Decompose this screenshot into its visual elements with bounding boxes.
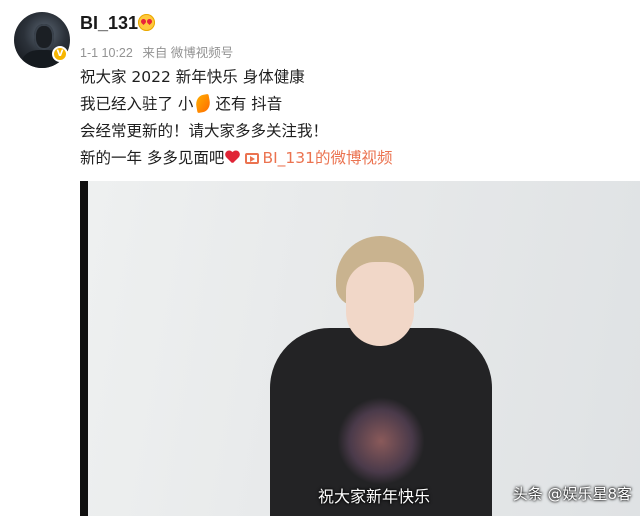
post-meta: 1-1 10:22 来自 微博视频号 — [80, 42, 239, 61]
post-line-2: 我已经入驻了 小 还有 抖音 — [80, 91, 620, 118]
post-line-4: 新的一年 多多见面吧 BI_131的微博视频 — [80, 145, 620, 172]
avatar-face-shape — [34, 24, 54, 50]
video-icon — [245, 153, 260, 164]
post-line-3: 会经常更新的！请大家多多关注我！ — [80, 122, 329, 140]
heart-icon — [226, 151, 239, 164]
post-line-1: 祝大家 2022 新年快乐 身体健康 — [80, 68, 305, 86]
video-watermark: 头条 @娱乐星8客 — [512, 485, 632, 503]
post-line-2-text-a: 我已经入驻了 小 — [80, 95, 194, 113]
hoodie-graphic — [338, 396, 424, 486]
post-line-2-text-b: 还有 抖音 — [210, 95, 283, 113]
video-person — [266, 236, 496, 516]
post-line-4-text: 新的一年 多多见面吧 — [80, 149, 225, 167]
video-frame — [88, 181, 640, 516]
heart-eyes-emoji-icon — [138, 14, 155, 31]
post-time[interactable]: 1-1 10:22 — [80, 46, 133, 60]
post-source[interactable]: 来自 微博视频号 — [142, 46, 233, 60]
video-link-label: BI_131的微博视频 — [262, 149, 393, 167]
video-link[interactable]: BI_131的微博视频 — [239, 149, 392, 167]
post-text: 祝大家 2022 新年快乐 身体健康 我已经入驻了 小 还有 抖音 会经常更新的… — [80, 64, 620, 172]
verified-badge-icon: V — [52, 46, 68, 62]
face-shape — [346, 262, 414, 346]
video-player[interactable]: 祝大家新年快乐 头条 @娱乐星8客 — [80, 181, 640, 516]
username[interactable]: BI_131 — [80, 13, 138, 34]
video-caption: 祝大家新年快乐 — [318, 487, 431, 506]
